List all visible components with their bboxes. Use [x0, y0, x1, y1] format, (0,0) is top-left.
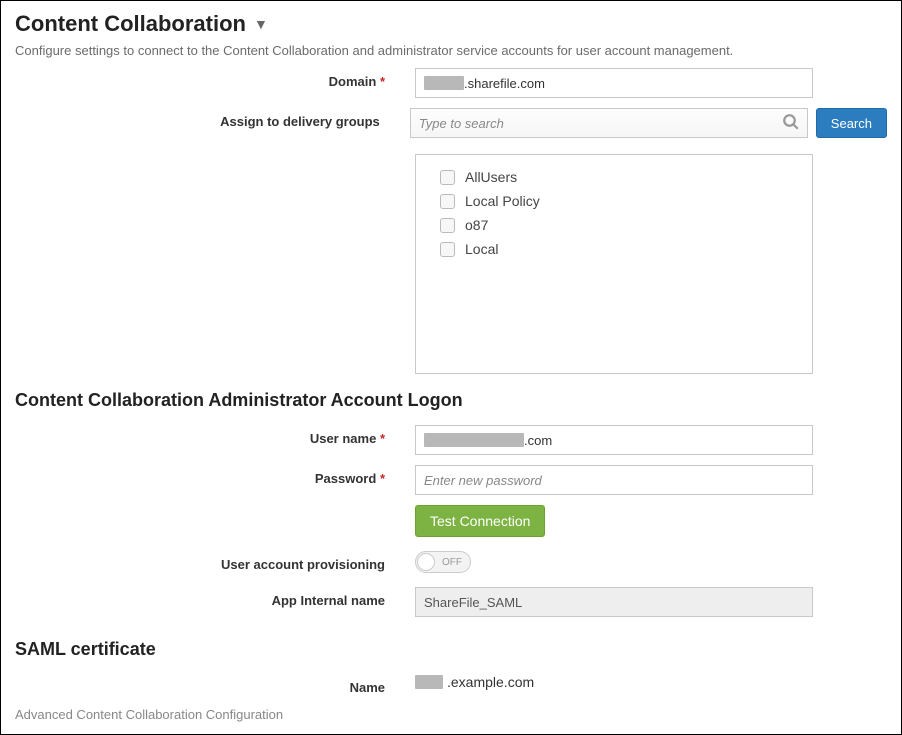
list-item[interactable]: Local Policy: [440, 189, 788, 213]
test-connection-button[interactable]: Test Connection: [415, 505, 545, 537]
saml-name-suffix: .example.com: [447, 674, 534, 690]
domain-input[interactable]: .sharefile.com: [415, 68, 813, 98]
domain-label: Domain: [329, 74, 377, 89]
delivery-groups-list: AllUsers Local Policy o87 Local: [415, 154, 813, 374]
password-label: Password: [315, 471, 376, 486]
saml-name-label: Name: [350, 680, 385, 695]
saml-name-redacted-prefix: [415, 675, 443, 689]
assign-groups-label: Assign to delivery groups: [220, 114, 380, 129]
username-input[interactable]: .com: [415, 425, 813, 455]
app-internal-name-label: App Internal name: [272, 593, 385, 608]
page-subtitle: Configure settings to connect to the Con…: [15, 43, 887, 58]
checkbox[interactable]: [440, 242, 455, 257]
toggle-state-label: OFF: [442, 557, 462, 568]
group-search-input[interactable]: [410, 108, 808, 138]
username-label: User name: [310, 431, 376, 446]
saml-heading: SAML certificate: [15, 639, 887, 660]
group-label: Local Policy: [465, 193, 540, 209]
list-item[interactable]: AllUsers: [440, 165, 788, 189]
search-icon: [782, 113, 800, 131]
user-provisioning-label: User account provisioning: [221, 557, 385, 572]
list-item[interactable]: o87: [440, 213, 788, 237]
advanced-config-link[interactable]: Advanced Content Collaboration Configura…: [15, 707, 283, 722]
required-asterisk: *: [380, 74, 385, 89]
group-label: AllUsers: [465, 169, 517, 185]
username-suffix: .com: [524, 433, 552, 448]
checkbox[interactable]: [440, 194, 455, 209]
password-input[interactable]: [415, 465, 813, 495]
group-label: Local: [465, 241, 498, 257]
app-internal-name-value: ShareFile_SAML: [415, 587, 813, 617]
search-button[interactable]: Search: [816, 108, 887, 138]
domain-suffix: .sharefile.com: [464, 76, 545, 91]
user-provisioning-toggle[interactable]: OFF: [415, 551, 471, 573]
chevron-down-icon[interactable]: ▼: [254, 16, 268, 32]
page-title: Content Collaboration: [15, 11, 246, 37]
username-redacted-prefix: [424, 433, 524, 447]
toggle-knob: [417, 553, 435, 571]
checkbox[interactable]: [440, 170, 455, 185]
checkbox[interactable]: [440, 218, 455, 233]
domain-redacted-prefix: [424, 76, 464, 90]
required-asterisk: *: [380, 471, 385, 486]
list-item[interactable]: Local: [440, 237, 788, 261]
required-asterisk: *: [380, 431, 385, 446]
admin-logon-heading: Content Collaboration Administrator Acco…: [15, 390, 887, 411]
group-label: o87: [465, 217, 488, 233]
